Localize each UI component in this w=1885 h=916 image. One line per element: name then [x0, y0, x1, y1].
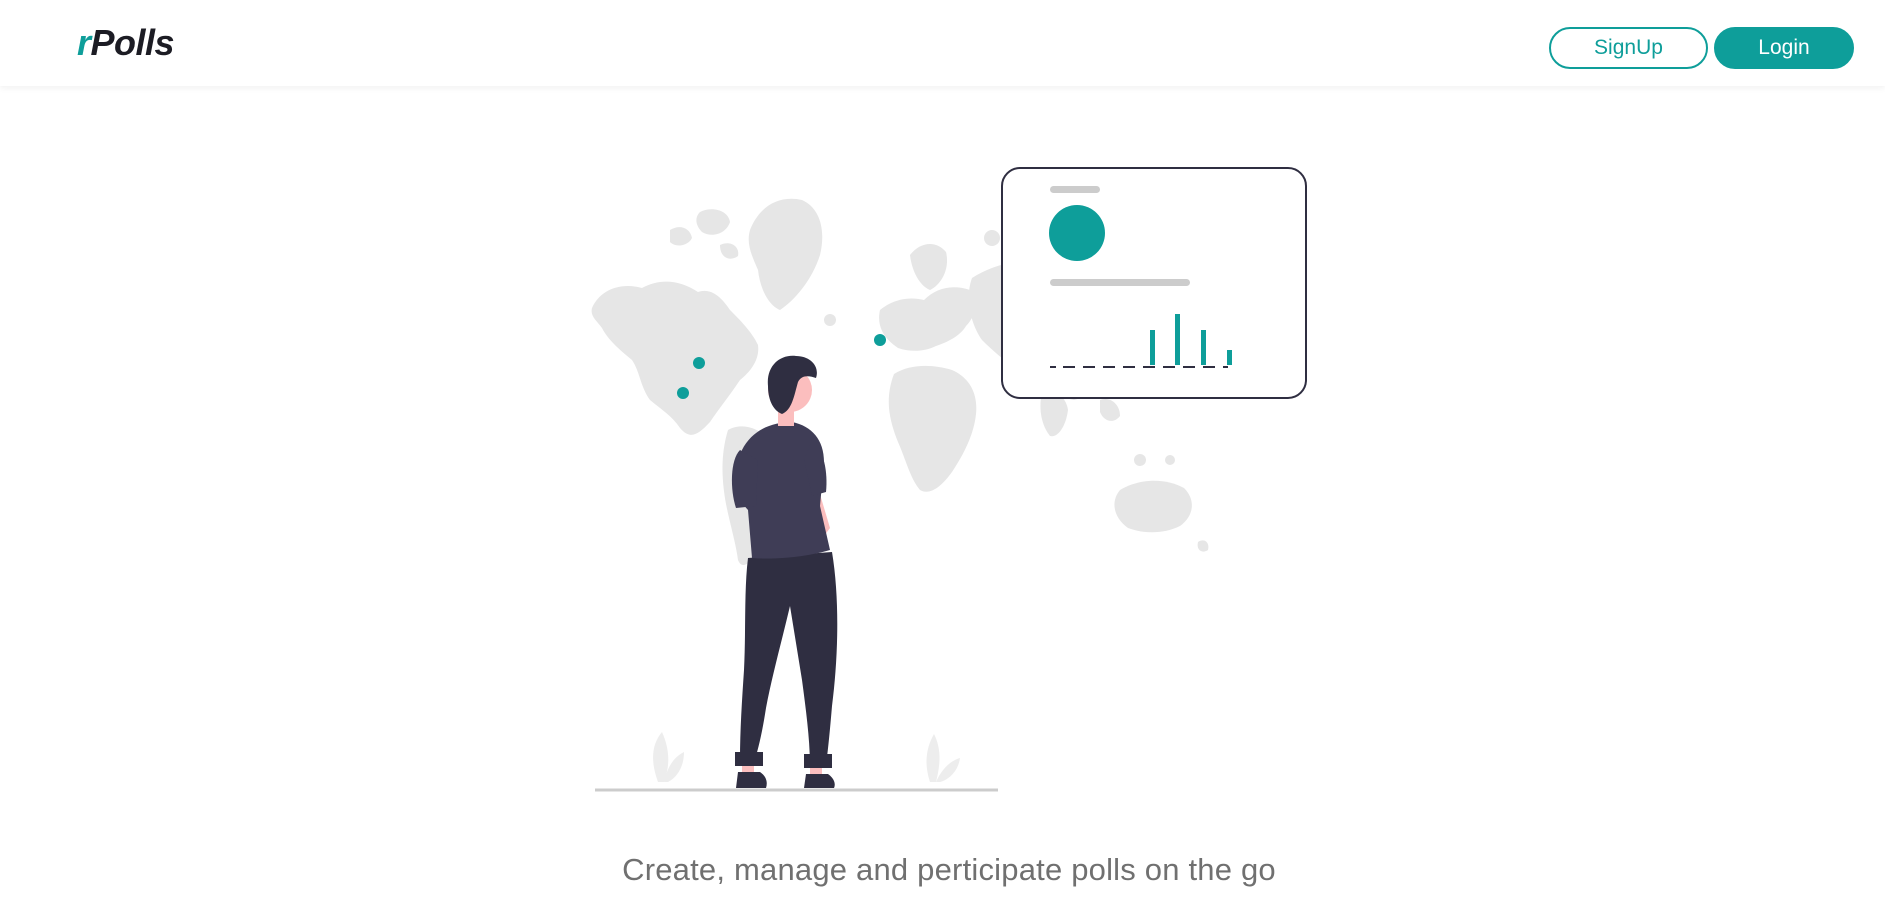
map-marker-1 [693, 357, 705, 369]
rpolls-logo[interactable]: rPolls [77, 22, 175, 64]
plant-left [653, 732, 684, 782]
top-navbar: rPolls SignUp Login [0, 0, 1885, 86]
logo-name: Polls [90, 22, 175, 63]
map-marker-2 [677, 387, 689, 399]
hero-illustration [591, 167, 1307, 792]
logo-prefix: r [77, 22, 91, 63]
hero-tagline: Create, manage and perticipate polls on … [622, 852, 1276, 887]
person-figure [731, 355, 838, 788]
login-button[interactable]: Login [1714, 27, 1854, 69]
signup-button[interactable]: SignUp [1549, 27, 1708, 69]
plant-right [926, 734, 960, 782]
map-marker-3 [874, 334, 886, 346]
poll-card-graphic [1001, 167, 1307, 399]
